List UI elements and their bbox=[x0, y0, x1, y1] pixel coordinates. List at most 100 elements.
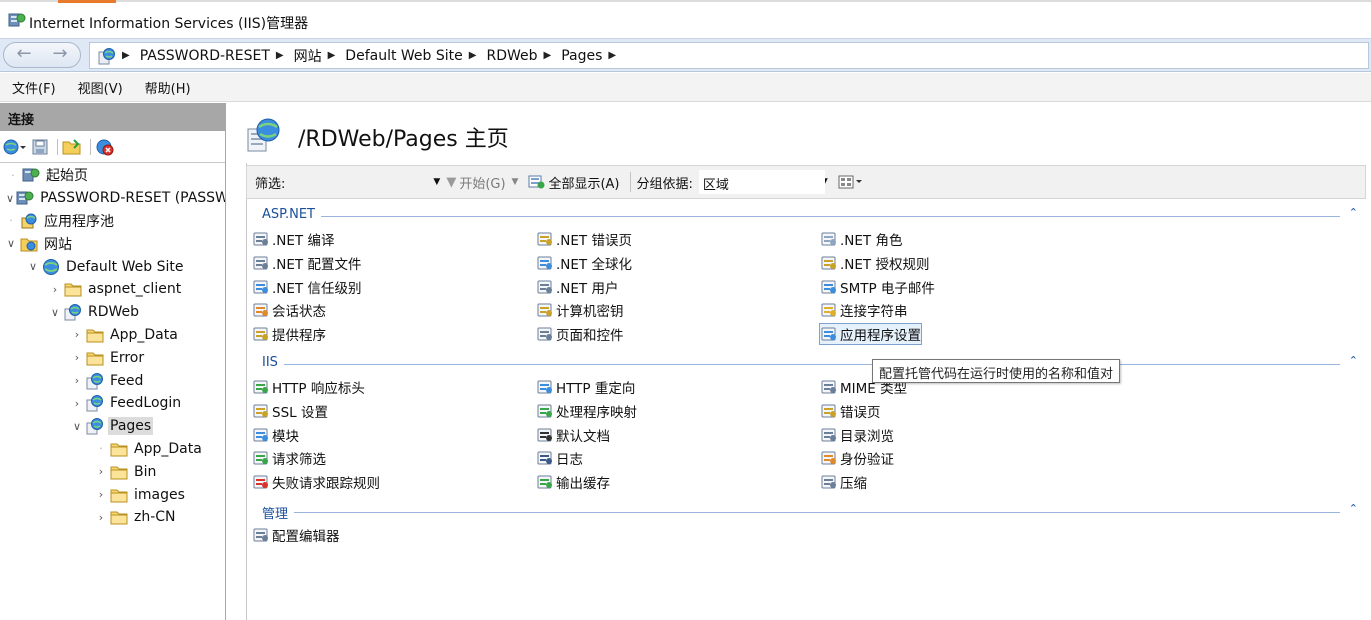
feature-configuration-editor[interactable]: 配置编辑器 bbox=[252, 525, 340, 545]
tree-item[interactable]: ∨ Default Web Site bbox=[0, 255, 225, 278]
save-icon[interactable] bbox=[31, 138, 49, 156]
feature-handler-mappings[interactable]: 处理程序映射 bbox=[536, 401, 637, 421]
chevron-right-icon[interactable]: › bbox=[70, 374, 84, 387]
chevron-right-icon[interactable]: ▶ bbox=[328, 50, 336, 61]
breadcrumb-item[interactable]: 网站 ▶ bbox=[294, 46, 346, 66]
tree-item[interactable]: ∨ PASSWORD-RESET (PASSW bbox=[0, 187, 225, 210]
chevron-right-icon[interactable]: › bbox=[94, 465, 108, 478]
net-trust-levels-icon bbox=[252, 279, 270, 295]
group-by-select[interactable]: 区域 bbox=[698, 170, 825, 194]
chevron-down-icon[interactable]: ∨ bbox=[48, 306, 62, 319]
feature-http-redirect[interactable]: HTTP 重定向 bbox=[536, 377, 635, 397]
chevron-right-icon[interactable]: › bbox=[70, 328, 84, 341]
chevron-right-icon[interactable]: ▶ bbox=[608, 50, 616, 61]
feature-failed-request-tracing[interactable]: 失败请求跟踪规则 bbox=[252, 472, 380, 492]
tree-item-label: 网站 bbox=[44, 236, 72, 253]
tree-item[interactable]: · 应用程序池 bbox=[0, 210, 225, 233]
feature-default-document[interactable]: 默认文档 bbox=[536, 425, 610, 445]
feature-net-profile[interactable]: .NET 配置文件 bbox=[252, 253, 361, 273]
feature-net-error-pages[interactable]: .NET 错误页 bbox=[536, 229, 632, 249]
view-mode-button[interactable] bbox=[838, 174, 864, 190]
collapse-icon[interactable]: ⌃ bbox=[1349, 206, 1358, 219]
chevron-right-icon[interactable]: › bbox=[94, 488, 108, 501]
feature-logging[interactable]: 日志 bbox=[536, 448, 583, 468]
feature-session-state[interactable]: 会话状态 bbox=[252, 300, 326, 320]
tree-item[interactable]: › App_Data bbox=[0, 324, 225, 347]
chevron-right-icon[interactable]: ▶ bbox=[469, 50, 477, 61]
feature-label: HTTP 重定向 bbox=[556, 381, 636, 397]
chevron-right-icon[interactable]: ▶ bbox=[276, 50, 284, 61]
chevron-down-icon[interactable]: ∨ bbox=[26, 260, 40, 273]
feature-net-authorization-rules[interactable]: .NET 授权规则 bbox=[820, 253, 929, 273]
chevron-right-icon[interactable]: › bbox=[48, 283, 62, 296]
tree-item[interactable]: › Bin bbox=[0, 460, 225, 483]
feature-smtp-email[interactable]: SMTP 电子邮件 bbox=[820, 277, 935, 297]
menu-file[interactable]: 文件(F) bbox=[12, 78, 56, 97]
feature-compression[interactable]: 压缩 bbox=[820, 472, 867, 492]
tree-item[interactable]: › aspnet_client bbox=[0, 278, 225, 301]
breadcrumb-item[interactable]: PASSWORD-RESET ▶ bbox=[140, 48, 294, 64]
tree-item[interactable]: › Feed bbox=[0, 369, 225, 392]
app-pool-icon bbox=[20, 213, 38, 229]
feature-connection-strings[interactable]: 连接字符串 bbox=[820, 300, 908, 320]
web-app-icon bbox=[64, 303, 82, 321]
collapse-icon[interactable]: ⌃ bbox=[1349, 354, 1358, 367]
feature-modules[interactable]: 模块 bbox=[252, 425, 299, 445]
open-folder-icon[interactable] bbox=[62, 138, 82, 156]
menu-view[interactable]: 视图(V) bbox=[78, 78, 123, 97]
feature-net-users[interactable]: .NET 用户 bbox=[536, 277, 618, 297]
forward-button[interactable]: → bbox=[42, 45, 78, 65]
feature-pages-and-controls[interactable]: 页面和控件 bbox=[536, 324, 624, 344]
breadcrumb[interactable]: ▶ PASSWORD-RESET ▶ 网站 ▶ Default Web Site ▶ … bbox=[89, 42, 1369, 69]
chevron-right-icon[interactable]: ▶ bbox=[122, 50, 130, 61]
tree-item[interactable]: › Error bbox=[0, 346, 225, 369]
feature-authentication[interactable]: 身份验证 bbox=[820, 448, 894, 468]
chevron-right-icon[interactable]: › bbox=[70, 397, 84, 410]
feature-net-compilation[interactable]: .NET 编译 bbox=[252, 229, 334, 249]
feature-label: .NET 全球化 bbox=[556, 256, 632, 273]
feature-output-caching[interactable]: 输出缓存 bbox=[536, 472, 610, 492]
chevron-down-icon[interactable]: ∨ bbox=[4, 237, 18, 250]
show-all-button[interactable]: 全部显示(A) bbox=[528, 173, 620, 192]
chevron-down-icon[interactable]: ∨ bbox=[70, 420, 84, 433]
feature-machine-key[interactable]: 计算机密钥 bbox=[536, 300, 624, 320]
start-filter-button[interactable]: ▼ 开始(G) ▼ bbox=[446, 173, 518, 192]
back-button[interactable]: ← bbox=[6, 45, 42, 65]
tree-item[interactable]: ∨ RDWeb bbox=[0, 301, 225, 324]
feature-directory-browsing[interactable]: 目录浏览 bbox=[820, 425, 894, 445]
feature-http-response-headers[interactable]: HTTP 响应标头 bbox=[252, 377, 365, 397]
tree-item[interactable]: › images bbox=[0, 483, 225, 506]
tree-item-label: zh-CN bbox=[134, 509, 176, 526]
connect-globe-icon[interactable] bbox=[3, 138, 27, 156]
feature-request-filtering[interactable]: 请求筛选 bbox=[252, 448, 326, 468]
tree-item[interactable]: · App_Data bbox=[0, 438, 225, 461]
feature-ssl-settings[interactable]: SSL 设置 bbox=[252, 401, 328, 421]
chevron-down-icon[interactable]: ▼ bbox=[433, 177, 440, 187]
toolbar-separator bbox=[629, 172, 631, 192]
tree-item[interactable]: › FeedLogin bbox=[0, 392, 225, 415]
feature-net-roles[interactable]: .NET 角色 bbox=[820, 229, 902, 249]
feature-providers[interactable]: 提供程序 bbox=[252, 324, 326, 344]
breadcrumb-item[interactable]: RDWeb ▶ bbox=[486, 48, 561, 64]
breadcrumb-item[interactable]: Default Web Site ▶ bbox=[345, 48, 486, 64]
feature-error-pages[interactable]: 错误页 bbox=[820, 401, 881, 421]
chevron-right-icon[interactable]: › bbox=[94, 511, 108, 524]
feature-application-settings[interactable]: 应用程序设置 bbox=[819, 323, 922, 346]
menu-help[interactable]: 帮助(H) bbox=[145, 78, 191, 97]
feature-net-trust-levels[interactable]: .NET 信任级别 bbox=[252, 277, 361, 297]
collapse-icon[interactable]: ⌃ bbox=[1349, 502, 1358, 515]
breadcrumb-item[interactable]: Pages ▶ bbox=[561, 48, 626, 64]
chevron-down-icon[interactable]: ∨ bbox=[6, 192, 14, 205]
tree-item[interactable]: › zh-CN bbox=[0, 506, 225, 529]
chevron-right-icon[interactable]: ▶ bbox=[544, 50, 552, 61]
chevron-right-icon[interactable]: › bbox=[70, 351, 84, 364]
tree-item[interactable]: ∨ Pages bbox=[0, 415, 225, 438]
filter-input[interactable] bbox=[291, 171, 432, 193]
tree-item-label: App_Data bbox=[110, 326, 178, 343]
tree-item[interactable]: ∨ 网站 bbox=[0, 232, 225, 255]
feature-net-globalization[interactable]: .NET 全球化 bbox=[536, 253, 632, 273]
tree-item[interactable]: · 起始页 bbox=[0, 164, 225, 187]
section-title: IIS bbox=[262, 355, 284, 370]
chevron-down-icon[interactable]: ▼ bbox=[512, 177, 519, 187]
disconnect-icon[interactable] bbox=[95, 138, 115, 156]
